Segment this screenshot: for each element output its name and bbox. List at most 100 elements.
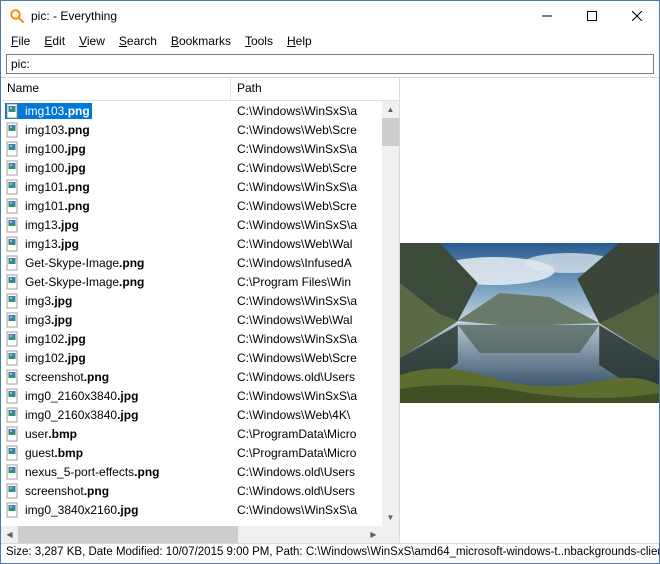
table-row[interactable]: img103.png C:\Windows\WinSxS\a xyxy=(1,101,382,120)
cell-name: img102.jpg xyxy=(1,350,231,366)
file-name: img101.png xyxy=(25,199,90,213)
table-row[interactable]: Get-Skype-Image.pngC:\Program Files\Win xyxy=(1,272,382,291)
cell-path: C:\Windows.old\Users xyxy=(231,465,382,479)
file-name: img102.jpg xyxy=(25,332,86,346)
table-row[interactable]: Get-Skype-Image.pngC:\Windows\InfusedA xyxy=(1,253,382,272)
cell-name: img3.jpg xyxy=(1,312,231,328)
table-row[interactable]: img101.pngC:\Windows\WinSxS\a xyxy=(1,177,382,196)
file-name: img13.jpg xyxy=(25,218,79,232)
image-file-icon xyxy=(5,445,21,461)
cell-name: img103.png xyxy=(1,103,231,119)
scroll-down-button[interactable]: ▼ xyxy=(382,509,399,526)
table-row[interactable]: screenshot.pngC:\Windows.old\Users xyxy=(1,481,382,500)
search-row xyxy=(1,51,659,77)
image-file-icon xyxy=(5,198,21,214)
image-file-icon xyxy=(5,122,21,138)
image-file-icon xyxy=(5,312,21,328)
table-row[interactable]: img100.jpgC:\Windows\Web\Scre xyxy=(1,158,382,177)
cell-name: user.bmp xyxy=(1,426,231,442)
menu-help[interactable]: Help xyxy=(281,33,318,49)
cell-name: img13.jpg xyxy=(1,236,231,252)
file-name: img3.jpg xyxy=(25,313,72,327)
title-bar[interactable]: pic: - Everything xyxy=(1,1,659,31)
table-row[interactable]: img0_3840x2160.jpgC:\Windows\WinSxS\a xyxy=(1,500,382,519)
hscroll-thumb[interactable] xyxy=(18,526,238,543)
table-row[interactable]: img13.jpgC:\Windows\Web\Wal xyxy=(1,234,382,253)
file-name: screenshot.png xyxy=(25,370,109,384)
minimize-button[interactable] xyxy=(524,1,569,30)
app-window: pic: - Everything FileEditViewSearchBook… xyxy=(0,0,660,564)
menu-view[interactable]: View xyxy=(73,33,111,49)
cell-path: C:\Windows\WinSxS\a xyxy=(231,104,382,118)
menu-file[interactable]: File xyxy=(5,33,36,49)
table-row[interactable]: guest.bmpC:\ProgramData\Micro xyxy=(1,443,382,462)
hscroll-track[interactable] xyxy=(18,526,365,543)
image-file-icon xyxy=(5,179,21,195)
file-name: img100.jpg xyxy=(25,142,86,156)
table-row[interactable]: screenshot.png C:\Windows.old\Users xyxy=(1,367,382,386)
window-controls xyxy=(524,1,659,31)
cell-path: C:\Windows.old\Users xyxy=(231,370,382,384)
table-row[interactable]: img103.pngC:\Windows\Web\Scre xyxy=(1,120,382,139)
column-header-path[interactable]: Path xyxy=(231,78,399,100)
column-header-name[interactable]: Name xyxy=(1,78,231,100)
scroll-right-button[interactable]: ▶ xyxy=(365,526,382,543)
image-file-icon xyxy=(5,255,21,271)
table-row[interactable]: img0_2160x3840.jpgC:\Windows\Web\4K\ xyxy=(1,405,382,424)
image-file-icon xyxy=(5,331,21,347)
cell-path: C:\Windows\WinSxS\a xyxy=(231,142,382,156)
cell-name: img13.jpg xyxy=(1,217,231,233)
menu-tools[interactable]: Tools xyxy=(239,33,279,49)
cell-name: guest.bmp xyxy=(1,445,231,461)
image-file-icon xyxy=(5,502,21,518)
cell-path: C:\Windows\Web\Scre xyxy=(231,123,382,137)
table-row[interactable]: img3.jpgC:\Windows\WinSxS\a xyxy=(1,291,382,310)
menu-search[interactable]: Search xyxy=(113,33,163,49)
file-name: Get-Skype-Image.png xyxy=(25,256,144,270)
image-file-icon xyxy=(5,388,21,404)
table-row[interactable]: nexus_5-port-effects.pngC:\Windows.old\U… xyxy=(1,462,382,481)
table-row[interactable]: img102.jpgC:\Windows\WinSxS\a xyxy=(1,329,382,348)
image-file-icon xyxy=(5,141,21,157)
scroll-left-button[interactable]: ◀ xyxy=(1,526,18,543)
vscroll-thumb[interactable] xyxy=(382,118,399,146)
table-row[interactable]: img101.pngC:\Windows\Web\Scre xyxy=(1,196,382,215)
menu-bookmarks[interactable]: Bookmarks xyxy=(165,33,237,49)
image-file-icon xyxy=(5,464,21,480)
cell-path: C:\Windows\WinSxS\a xyxy=(231,503,382,517)
vertical-scrollbar[interactable]: ▲ ▼ xyxy=(382,101,399,526)
table-row[interactable]: img13.jpgC:\Windows\WinSxS\a xyxy=(1,215,382,234)
file-name: img0_2160x3840.jpg xyxy=(25,389,138,403)
close-button[interactable] xyxy=(614,1,659,30)
menu-edit[interactable]: Edit xyxy=(38,33,71,49)
cell-name: img102.jpg xyxy=(1,331,231,347)
table-row[interactable]: img100.jpg C:\Windows\WinSxS\a xyxy=(1,139,382,158)
results-list: img103.pngC:\Windows\WinSxS\aimg103.pngC… xyxy=(1,101,399,543)
table-row[interactable]: user.bmpC:\ProgramData\Micro xyxy=(1,424,382,443)
horizontal-scrollbar[interactable]: ◀ ▶ xyxy=(1,526,382,543)
table-row[interactable]: img0_2160x3840.jpgC:\Windows\WinSxS\a xyxy=(1,386,382,405)
vscroll-track[interactable] xyxy=(382,118,399,509)
cell-name: img0_3840x2160.jpg xyxy=(1,502,231,518)
cell-path: C:\Windows\Web\Scre xyxy=(231,161,382,175)
table-row[interactable]: img3.jpg C:\Windows\Web\Wal xyxy=(1,310,382,329)
file-name: guest.bmp xyxy=(25,446,83,460)
cell-name: img101.png xyxy=(1,198,231,214)
image-file-icon xyxy=(5,369,21,385)
preview-image xyxy=(400,243,659,403)
cell-path: C:\Windows\Web\Wal xyxy=(231,313,382,327)
scroll-up-button[interactable]: ▲ xyxy=(382,101,399,118)
file-name: img103.png xyxy=(25,104,90,118)
cell-name: img0_2160x3840.jpg xyxy=(1,407,231,423)
file-name: img0_2160x3840.jpg xyxy=(25,408,138,422)
cell-name: img103.png xyxy=(1,122,231,138)
cell-path: C:\ProgramData\Micro xyxy=(231,427,382,441)
file-name: img13.jpg xyxy=(25,237,79,251)
maximize-button[interactable] xyxy=(569,1,614,30)
status-bar: Size: 3,287 KB, Date Modified: 10/07/201… xyxy=(1,543,659,563)
file-name: img102.jpg xyxy=(25,351,86,365)
results-pane: Name Path img103.pngC:\Windows\WinSxS\ai… xyxy=(1,78,400,543)
search-input[interactable] xyxy=(6,54,654,74)
table-row[interactable]: img102.jpgC:\Windows\Web\Scre xyxy=(1,348,382,367)
cell-path: C:\Windows\WinSxS\a xyxy=(231,180,382,194)
